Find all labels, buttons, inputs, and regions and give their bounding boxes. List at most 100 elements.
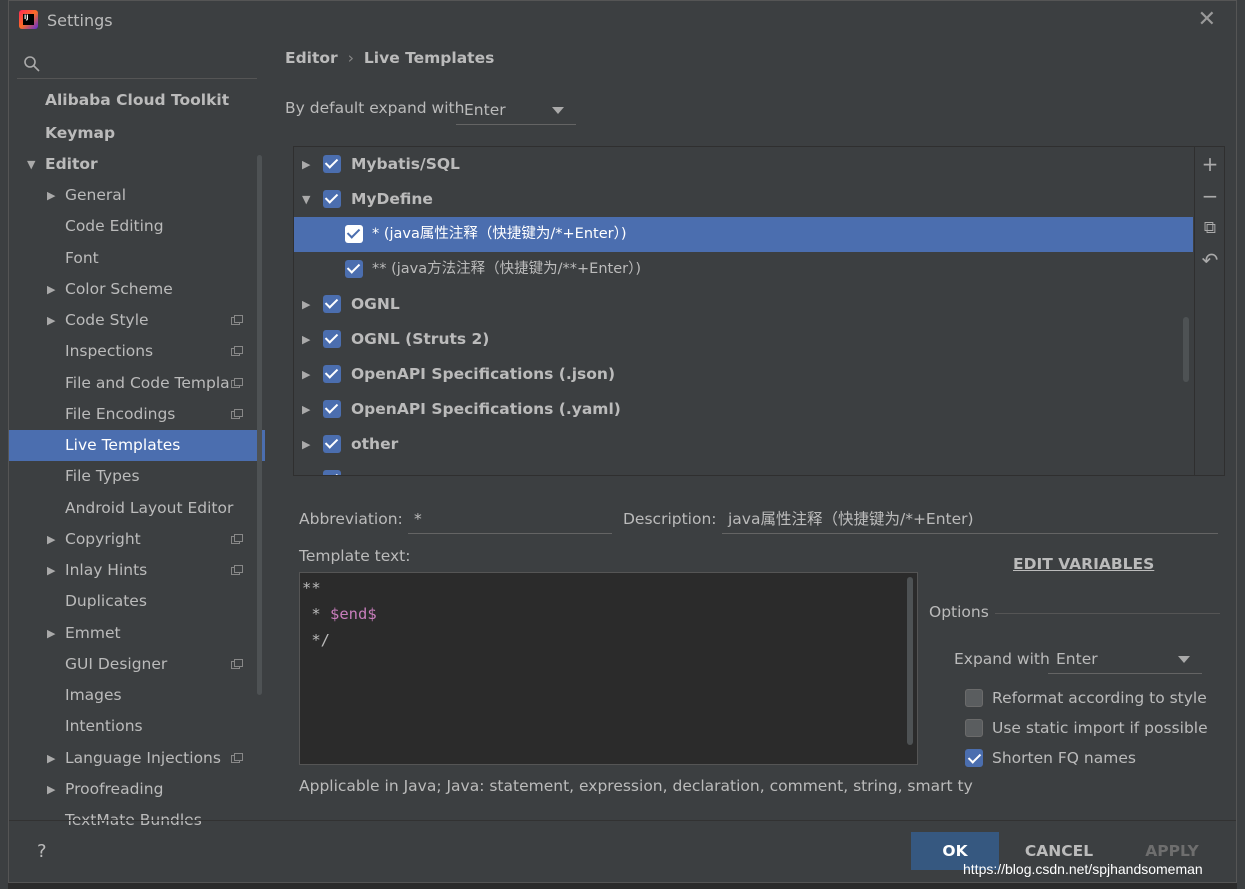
sidebar-item-code-style[interactable]: ▶ Code Style (9, 305, 265, 336)
collapsed-arrow-icon[interactable]: ▶ (302, 392, 310, 427)
sidebar-item-images[interactable]: Images (9, 680, 265, 711)
sidebar-item-editor[interactable]: ▼ Editor (9, 149, 265, 180)
default-expand-select[interactable]: Enter (456, 95, 576, 125)
collapsed-arrow-icon[interactable]: ▶ (47, 305, 55, 336)
group-checkbox[interactable] (323, 190, 341, 208)
group-checkbox[interactable] (323, 155, 341, 173)
live-templates-panel: Editor › Live Templates By default expand … (265, 39, 1236, 820)
sidebar-item-android-layout-editor[interactable]: Android Layout Editor (9, 493, 265, 524)
group-checkbox[interactable] (323, 365, 341, 383)
collapsed-arrow-icon[interactable]: ▶ (47, 743, 55, 774)
template-checkbox[interactable] (345, 225, 363, 243)
group-checkbox[interactable] (323, 295, 341, 313)
group-checkbox[interactable] (323, 435, 341, 453)
sidebar-item-copyright[interactable]: ▶ Copyright (9, 524, 265, 555)
search-icon (24, 56, 40, 72)
templates-scrollbar[interactable] (1183, 317, 1189, 382)
collapsed-arrow-icon[interactable]: ▶ (47, 180, 55, 211)
sidebar-item-intentions[interactable]: Intentions (9, 711, 265, 742)
sidebar-item-keymap[interactable]: Keymap (9, 118, 265, 149)
sidebar-item-language-injections[interactable]: ▶ Language Injections (9, 743, 265, 774)
sidebar-item-inspections[interactable]: Inspections (9, 336, 265, 367)
chevron-down-icon (552, 107, 564, 114)
sidebar-item-label: Copyright (65, 530, 141, 548)
edit-variables-button[interactable]: EDIT VARIABLES (1013, 555, 1154, 573)
collapsed-arrow-icon[interactable]: ▶ (302, 147, 310, 182)
sidebar-item-emmet[interactable]: ▶ Emmet (9, 618, 265, 649)
expanded-arrow-icon[interactable]: ▼ (302, 182, 310, 217)
template-group-mybatis-sql[interactable]: ▶ Mybatis/SQL (294, 147, 1193, 182)
collapsed-arrow-icon[interactable]: ▶ (302, 427, 310, 462)
group-checkbox[interactable] (323, 470, 341, 475)
sidebar-item-general[interactable]: ▶ General (9, 180, 265, 211)
template-group-openapi-json[interactable]: ▶ OpenAPI Specifications (.json) (294, 357, 1193, 392)
static-import-checkbox[interactable] (965, 719, 983, 737)
sidebar-item-label: Alibaba Cloud Toolkit (45, 91, 230, 109)
template-item-star[interactable]: * (java属性注释（快捷键为/*+Enter）) (294, 217, 1193, 252)
template-item-double-star[interactable]: ** (java方法注释（快捷键为/**+Enter）) (294, 252, 1193, 287)
sidebar-item-label: Android Layout Editor (65, 499, 234, 517)
template-group-other[interactable]: ▶ other (294, 427, 1193, 462)
sidebar-item-file-types[interactable]: File Types (9, 461, 265, 492)
sidebar-item-gui-designer[interactable]: GUI Designer (9, 649, 265, 680)
restore-defaults-icon[interactable]: ↶ (1195, 245, 1224, 275)
sidebar-item-file-and-code-templates[interactable]: File and Code Templates (9, 368, 265, 399)
breadcrumb-parent[interactable]: Editor (285, 49, 338, 67)
expanded-arrow-icon[interactable]: ▼ (27, 149, 35, 180)
default-expand-label: By default expand with (285, 99, 465, 117)
sidebar-item-label: Color Scheme (65, 280, 173, 298)
reformat-checkbox[interactable] (965, 689, 983, 707)
collapsed-arrow-icon[interactable]: ▶ (47, 555, 55, 586)
sidebar-item-proofreading[interactable]: ▶ Proofreading (9, 774, 265, 805)
template-checkbox[interactable] (345, 260, 363, 278)
close-icon[interactable]: ✕ (1198, 7, 1216, 32)
editor-scrollbar[interactable] (907, 577, 913, 745)
copy-icon[interactable]: ⧉ (1195, 213, 1224, 243)
search-input[interactable] (17, 47, 257, 79)
sidebar-item-duplicates[interactable]: Duplicates (9, 586, 265, 617)
abbreviation-input[interactable]: * (408, 504, 612, 534)
sidebar-item-code-editing[interactable]: Code Editing (9, 211, 265, 242)
template-label: other (351, 435, 399, 453)
templates-toolbar: + − ⧉ ↶ (1194, 147, 1224, 475)
sidebar-item-label: Inspections (65, 342, 154, 360)
template-group-ognl-struts2[interactable]: ▶ OGNL (Struts 2) (294, 322, 1193, 357)
sidebar-item-inlay-hints[interactable]: ▶ Inlay Hints (9, 555, 265, 586)
group-checkbox[interactable] (323, 330, 341, 348)
template-text-editor[interactable]: ** * $end$ */ (299, 572, 918, 765)
group-checkbox[interactable] (323, 400, 341, 418)
shorten-fq-names-checkbox[interactable] (965, 749, 983, 767)
settings-dialog: IJ Settings ✕ Alibaba Cloud Toolkit Keym… (8, 0, 1237, 883)
template-group-openapi-yaml[interactable]: ▶ OpenAPI Specifications (.yaml) (294, 392, 1193, 427)
collapsed-arrow-icon[interactable]: ▶ (302, 322, 310, 357)
sidebar-item-label: GUI Designer (65, 655, 168, 673)
collapsed-arrow-icon[interactable]: ▶ (302, 357, 310, 392)
collapsed-arrow-icon[interactable]: ▶ (47, 774, 55, 805)
help-icon[interactable]: ? (37, 841, 47, 862)
collapsed-arrow-icon[interactable]: ▶ (302, 287, 310, 322)
template-label: OGNL (351, 295, 400, 313)
sidebar-scrollbar[interactable] (257, 155, 262, 695)
template-group-partial[interactable] (294, 462, 1193, 475)
remove-icon[interactable]: − (1195, 181, 1224, 211)
expand-with-select[interactable]: Enter (1048, 644, 1202, 674)
sidebar-item-label: Intentions (65, 717, 143, 735)
description-input[interactable]: java属性注释（快捷键为/*+Enter) (722, 504, 1218, 534)
sidebar-item-alibaba-cloud-toolkit[interactable]: Alibaba Cloud Toolkit (9, 85, 265, 116)
collapsed-arrow-icon[interactable]: ▶ (47, 618, 55, 649)
expand-with-label: Expand with (954, 650, 1050, 668)
sidebar-item-label: Duplicates (65, 592, 147, 610)
collapsed-arrow-icon[interactable]: ▶ (47, 274, 55, 305)
sidebar-item-label: Images (65, 686, 122, 704)
template-label: ** (java方法注释（快捷键为/**+Enter）) (372, 261, 642, 277)
template-group-mydefine[interactable]: ▼ MyDefine (294, 182, 1193, 217)
options-title: Options (929, 603, 989, 621)
sidebar-item-live-templates[interactable]: Live Templates (9, 430, 265, 461)
add-icon[interactable]: + (1195, 149, 1224, 179)
code-line: ** (302, 579, 321, 597)
sidebar-item-font[interactable]: Font (9, 243, 265, 274)
collapsed-arrow-icon[interactable]: ▶ (47, 524, 55, 555)
sidebar-item-file-encodings[interactable]: File Encodings (9, 399, 265, 430)
sidebar-item-color-scheme[interactable]: ▶ Color Scheme (9, 274, 265, 305)
template-group-ognl[interactable]: ▶ OGNL (294, 287, 1193, 322)
